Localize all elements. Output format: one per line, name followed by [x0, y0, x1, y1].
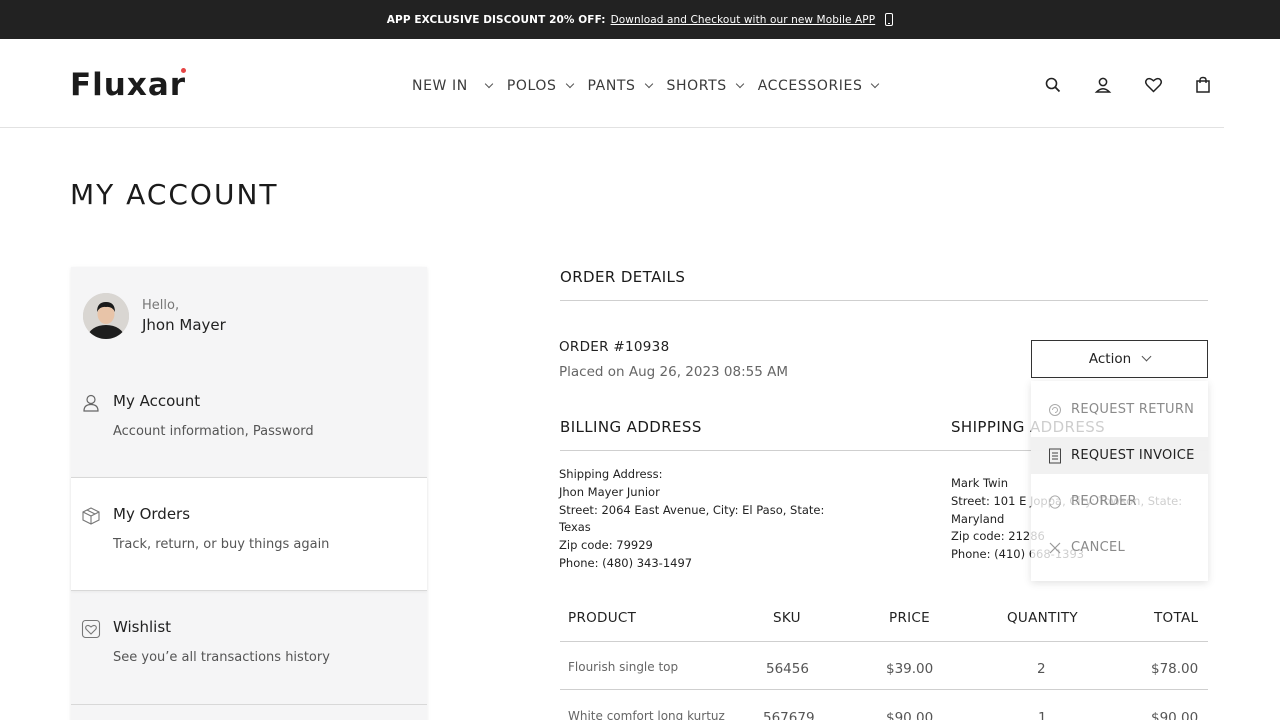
user-icon: [81, 393, 101, 413]
nav-item-polos[interactable]: POLOS: [507, 78, 574, 94]
logo[interactable]: Fluxar: [70, 67, 187, 103]
account-sidebar: Hello, Jhon Mayer My Account Account inf…: [71, 267, 427, 720]
action-dropdown-button[interactable]: Action: [1031, 340, 1208, 378]
return-icon: [1047, 402, 1063, 418]
chevron-down-icon: [871, 79, 880, 89]
product-name[interactable]: White comfort long kurtuz: [568, 709, 725, 720]
avatar: [83, 293, 129, 339]
nav-item-new-in[interactable]: NEW IN: [412, 78, 494, 94]
reorder-icon: [1047, 494, 1063, 510]
chevron-down-icon: [735, 79, 744, 89]
chevron-down-icon: [644, 79, 653, 89]
bag-icon[interactable]: [1193, 75, 1213, 95]
product-sku: 567679: [763, 710, 815, 720]
address-line: Texas: [559, 520, 591, 535]
order-details-title: ORDER DETAILS: [560, 268, 686, 286]
sidebar-item-title: My Orders: [113, 505, 191, 523]
menu-item-label: REQUEST INVOICE: [1071, 448, 1195, 463]
heart-icon[interactable]: [1143, 75, 1163, 95]
site-header: Fluxar NEW IN POLOS PANTS SHORTS ACCESSO…: [0, 39, 1224, 128]
product-sku: 56456: [766, 661, 809, 677]
page-title: MY ACCOUNT: [70, 178, 279, 211]
mobile-phone-icon: [885, 13, 894, 26]
address-line: Jhon Mayer Junior: [559, 484, 660, 499]
sidebar-item-my-account[interactable]: My Account Account information, Password: [71, 365, 427, 479]
menu-item-label: CANCEL: [1071, 540, 1126, 555]
sidebar-item-wishlist[interactable]: Wishlist See you’e all transactions hist…: [71, 591, 427, 705]
sidebar-item-title: Wishlist: [113, 618, 172, 636]
divider: [560, 300, 1208, 301]
box-icon: [81, 506, 101, 526]
address-line: Zip code: 79929: [559, 538, 653, 553]
promo-app-link[interactable]: Download and Checkout with our new Mobil…: [611, 14, 876, 26]
address-line: Shipping Address:: [559, 467, 663, 481]
menu-item-cancel[interactable]: CANCEL: [1031, 529, 1208, 566]
action-dropdown-menu: REQUEST RETURN REQUEST INVOICE REORDER C…: [1031, 381, 1208, 581]
menu-item-label: REQUEST RETURN: [1071, 402, 1195, 417]
menu-item-label: REORDER: [1071, 494, 1137, 509]
product-total: $90.00: [1151, 710, 1199, 720]
column-header-sku: SKU: [773, 610, 801, 626]
column-header-price: PRICE: [889, 610, 930, 626]
nav-item-shorts[interactable]: SHORTS: [667, 78, 744, 94]
menu-item-request-return[interactable]: REQUEST RETURN: [1031, 391, 1208, 428]
order-number: ORDER #10938: [559, 339, 670, 355]
billing-address: Shipping Address: Jhon Mayer Junior Stre…: [559, 466, 824, 573]
product-quantity: 1: [1038, 710, 1047, 720]
search-icon[interactable]: [1043, 75, 1063, 95]
product-name[interactable]: Flourish single top: [568, 660, 678, 674]
heart-icon: [81, 619, 101, 639]
main-nav: NEW IN POLOS PANTS SHORTS ACCESSORIES: [412, 78, 893, 94]
billing-address-title: BILLING ADDRESS: [560, 418, 702, 436]
sidebar-item-my-orders[interactable]: My Orders Track, return, or buy things a…: [71, 477, 427, 591]
divider: [560, 641, 1208, 642]
user-name: Jhon Mayer: [142, 316, 226, 334]
column-header-product: PRODUCT: [568, 610, 637, 626]
action-label: Action: [1088, 351, 1132, 367]
chevron-down-icon: [1141, 351, 1152, 362]
chevron-down-icon: [484, 79, 494, 89]
product-price: $90.00: [886, 710, 934, 720]
address-line: Street: 2064 East Avenue, City: El Paso,…: [559, 502, 825, 517]
product-quantity: 2: [1037, 661, 1046, 677]
column-header-total: TOTAL: [1154, 610, 1199, 626]
order-placed-date: Placed on Aug 26, 2023 08:55 AM: [559, 364, 788, 380]
product-price: $39.00: [886, 661, 934, 677]
menu-item-reorder[interactable]: REORDER: [1031, 483, 1208, 520]
promo-bar: APP EXCLUSIVE DISCOUNT 20% OFF: Download…: [0, 0, 1280, 39]
sidebar-item-subtitle: Track, return, or buy things again: [113, 537, 330, 552]
nav-item-accessories[interactable]: ACCESSORIES: [758, 78, 880, 94]
sidebar-item-subtitle: See you’e all transactions history: [113, 650, 330, 665]
promo-label: APP EXCLUSIVE DISCOUNT 20% OFF:: [386, 13, 606, 26]
user-greeting: Hello, Jhon Mayer: [83, 293, 226, 339]
greeting-text: Hello,: [142, 298, 180, 313]
divider: [560, 689, 1208, 690]
nav-item-pants[interactable]: PANTS: [588, 78, 653, 94]
close-icon: [1047, 540, 1063, 556]
menu-item-request-invoice[interactable]: REQUEST INVOICE: [1031, 437, 1208, 474]
header-icons: [1043, 75, 1213, 95]
invoice-icon: [1047, 448, 1063, 464]
column-header-quantity: QUANTITY: [1007, 610, 1078, 626]
user-icon[interactable]: [1093, 75, 1113, 95]
sidebar-item-subtitle: Account information, Password: [113, 424, 314, 439]
sidebar-divider: [71, 704, 427, 705]
chevron-down-icon: [565, 79, 574, 89]
address-line: Phone: (480) 343-1497: [559, 555, 693, 570]
sidebar-item-title: My Account: [113, 392, 201, 410]
product-total: $78.00: [1151, 661, 1199, 677]
